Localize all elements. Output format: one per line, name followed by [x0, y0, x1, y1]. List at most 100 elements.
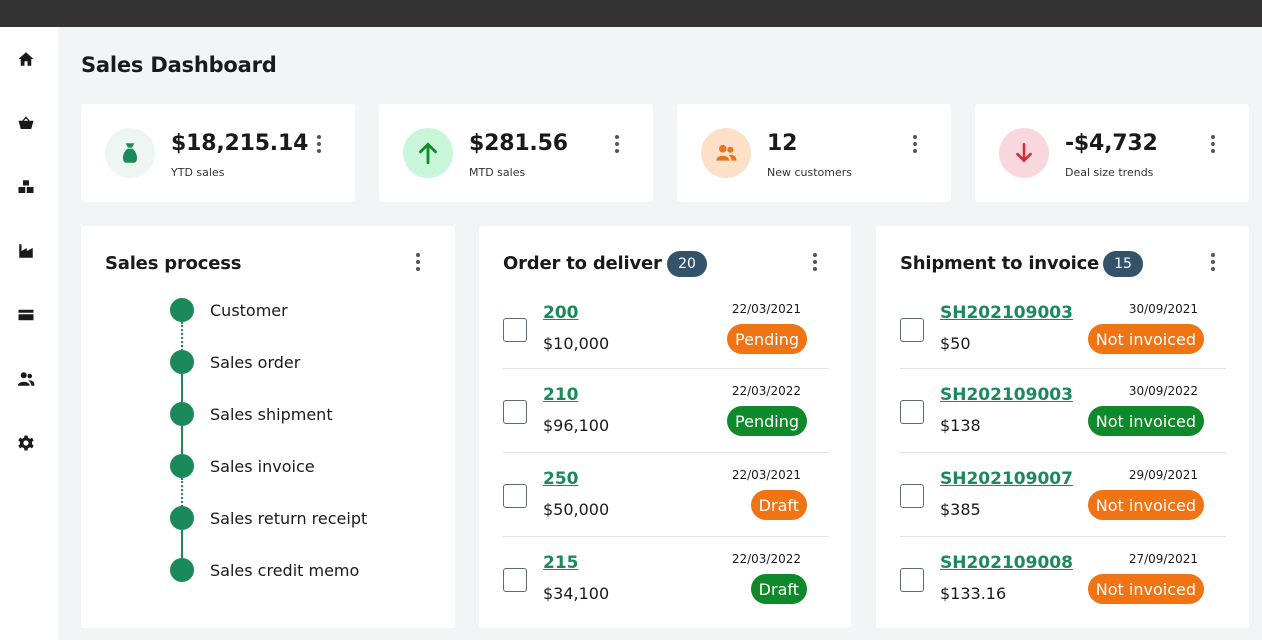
- row-divider: [503, 452, 829, 453]
- card-title: Sales process: [105, 253, 242, 274]
- money-bag-icon: [105, 128, 155, 178]
- amount: $10,000: [543, 334, 610, 353]
- count-badge: 15: [1103, 251, 1143, 277]
- status-badge: Not invoiced: [1087, 406, 1204, 436]
- kpi-value: $281.56: [469, 131, 568, 156]
- shipment-link[interactable]: SH202109003: [940, 385, 1073, 405]
- more-options-icon[interactable]: [408, 250, 428, 274]
- page-title: Sales Dashboard: [81, 53, 277, 77]
- step-sales-order[interactable]: Sales order: [210, 353, 300, 372]
- more-options-icon[interactable]: [607, 132, 627, 156]
- step-customer[interactable]: Customer: [210, 301, 288, 320]
- card-title: Order to deliver: [503, 253, 662, 274]
- status-badge: Draft: [750, 490, 807, 520]
- more-options-icon[interactable]: [1203, 132, 1223, 156]
- status-badge: Draft: [750, 574, 807, 604]
- kpi-label: YTD sales: [171, 166, 225, 179]
- row-divider: [900, 536, 1226, 537]
- basket-icon[interactable]: [14, 111, 38, 135]
- step-dot: [170, 402, 194, 426]
- date: 22/03/2021: [731, 302, 801, 316]
- kpi-card-new-customers: 12 New customers: [677, 104, 951, 202]
- amount: $50: [940, 334, 971, 353]
- shipment-link[interactable]: SH202109008: [940, 553, 1073, 573]
- count-badge: 20: [667, 251, 707, 277]
- amount: $385: [940, 500, 981, 519]
- row-divider: [503, 536, 829, 537]
- order-link[interactable]: 200: [543, 303, 579, 323]
- step-dot: [170, 454, 194, 478]
- row-checkbox[interactable]: [503, 484, 527, 508]
- order-to-deliver-card: Order to deliver 20 200 $10,000 22/03/20…: [479, 226, 851, 628]
- shipment-link[interactable]: SH202109003: [940, 303, 1073, 323]
- step-dot: [170, 350, 194, 374]
- row-divider: [900, 452, 1226, 453]
- step-sales-credit-memo[interactable]: Sales credit memo: [210, 561, 359, 580]
- status-badge: Not invoiced: [1087, 574, 1204, 604]
- people-icon: [701, 128, 751, 178]
- list-item: 215 $34,100 22/03/2022 Draft: [503, 536, 829, 620]
- status-badge: Not invoiced: [1087, 324, 1204, 354]
- date: 30/09/2022: [1128, 384, 1198, 398]
- row-checkbox[interactable]: [900, 568, 924, 592]
- top-bar: [0, 0, 1262, 27]
- list-item: SH202109007 $385 29/09/2021 Not invoiced: [900, 452, 1226, 536]
- shipment-to-invoice-card: Shipment to invoice 15 SH202109003 $50 3…: [876, 226, 1249, 628]
- people-icon[interactable]: [14, 367, 38, 391]
- kpi-label: Deal size trends: [1065, 166, 1154, 179]
- more-options-icon[interactable]: [805, 250, 825, 274]
- date: 30/09/2021: [1128, 302, 1198, 316]
- list-item: SH202109008 $133.16 27/09/2021 Not invoi…: [900, 536, 1226, 620]
- order-link[interactable]: 250: [543, 469, 579, 489]
- row-divider: [900, 368, 1226, 369]
- kpi-label: MTD sales: [469, 166, 526, 179]
- sidebar: [0, 27, 58, 640]
- kpi-value: 12: [767, 131, 798, 156]
- arrow-down-icon: [999, 128, 1049, 178]
- more-options-icon[interactable]: [905, 132, 925, 156]
- list-item: 250 $50,000 22/03/2021 Draft: [503, 452, 829, 536]
- amount: $50,000: [543, 500, 610, 519]
- boxes-icon[interactable]: [14, 175, 38, 199]
- step-sales-shipment[interactable]: Sales shipment: [210, 405, 333, 424]
- card-icon[interactable]: [14, 303, 38, 327]
- date: 22/03/2022: [731, 552, 801, 566]
- warehouse-icon[interactable]: [14, 239, 38, 263]
- row-checkbox[interactable]: [503, 400, 527, 424]
- sales-process-card: Sales process Customer Sales order Sales…: [81, 226, 455, 628]
- order-link[interactable]: 215: [543, 553, 579, 573]
- card-title: Shipment to invoice: [900, 253, 1100, 274]
- row-checkbox[interactable]: [503, 318, 527, 342]
- amount: $138: [940, 416, 981, 435]
- step-dot: [170, 506, 194, 530]
- date: 29/09/2021: [1128, 468, 1198, 482]
- kpi-value: $18,215.14: [171, 131, 309, 156]
- status-badge: Pending: [727, 324, 807, 354]
- kpi-value: -$4,732: [1065, 131, 1158, 156]
- status-badge: Not invoiced: [1087, 490, 1204, 520]
- home-icon[interactable]: [14, 47, 38, 71]
- kpi-card-deal-size-trends: -$4,732 Deal size trends: [975, 104, 1249, 202]
- more-options-icon[interactable]: [309, 132, 329, 156]
- amount: $133.16: [940, 584, 1007, 603]
- status-badge: Pending: [727, 406, 807, 436]
- date: 22/03/2022: [731, 384, 801, 398]
- step-sales-return-receipt[interactable]: Sales return receipt: [210, 509, 367, 528]
- step-sales-invoice[interactable]: Sales invoice: [210, 457, 315, 476]
- date: 22/03/2021: [731, 468, 801, 482]
- kpi-label: New customers: [767, 166, 853, 179]
- kpi-card-ytd-sales: $18,215.14 YTD sales: [81, 104, 355, 202]
- kpi-card-mtd-sales: $281.56 MTD sales: [379, 104, 653, 202]
- date: 27/09/2021: [1128, 552, 1198, 566]
- row-checkbox[interactable]: [900, 484, 924, 508]
- shipment-link[interactable]: SH202109007: [940, 469, 1073, 489]
- row-checkbox[interactable]: [900, 318, 924, 342]
- order-link[interactable]: 210: [543, 385, 579, 405]
- amount: $96,100: [543, 416, 610, 435]
- more-options-icon[interactable]: [1203, 250, 1223, 274]
- arrow-up-icon: [403, 128, 453, 178]
- row-checkbox[interactable]: [900, 400, 924, 424]
- row-divider: [503, 368, 829, 369]
- gear-icon[interactable]: [14, 431, 38, 455]
- row-checkbox[interactable]: [503, 568, 527, 592]
